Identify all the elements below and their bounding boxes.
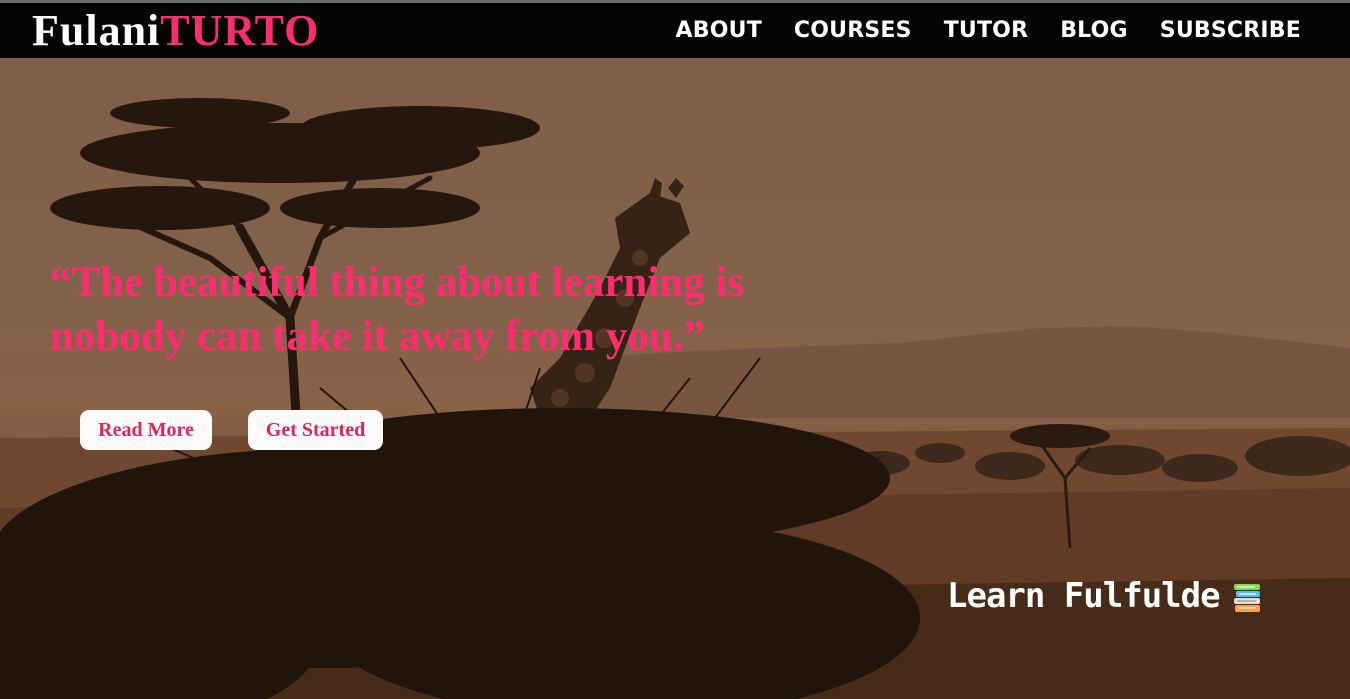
- brand-name-second: TURTO: [160, 6, 320, 55]
- brand-logo[interactable]: FulaniTURTO: [32, 7, 319, 55]
- nav-link-blog[interactable]: BLOG: [1060, 16, 1128, 46]
- nav-link-courses[interactable]: COURSES: [794, 16, 912, 46]
- get-started-button[interactable]: Get Started: [248, 410, 383, 450]
- navbar: FulaniTURTO ABOUT COURSES TUTOR BLOG SUB…: [0, 0, 1350, 58]
- books-icon: [1232, 582, 1262, 614]
- read-more-button[interactable]: Read More: [80, 410, 212, 450]
- hero-quote: “The beautiful thing about learning is n…: [50, 259, 745, 360]
- brand-name-first: Fulani: [32, 6, 161, 55]
- nav-link-tutor[interactable]: TUTOR: [944, 16, 1029, 46]
- tagline: Learn Fulfulde: [947, 575, 1262, 617]
- tagline-text: Learn Fulfulde: [947, 576, 1221, 616]
- main-nav: ABOUT COURSES TUTOR BLOG SUBSCRIBE: [676, 16, 1301, 46]
- nav-link-subscribe[interactable]: SUBSCRIBE: [1160, 16, 1301, 46]
- page: “The beautiful thing about learning is n…: [0, 0, 1350, 699]
- nav-link-about[interactable]: ABOUT: [676, 16, 762, 46]
